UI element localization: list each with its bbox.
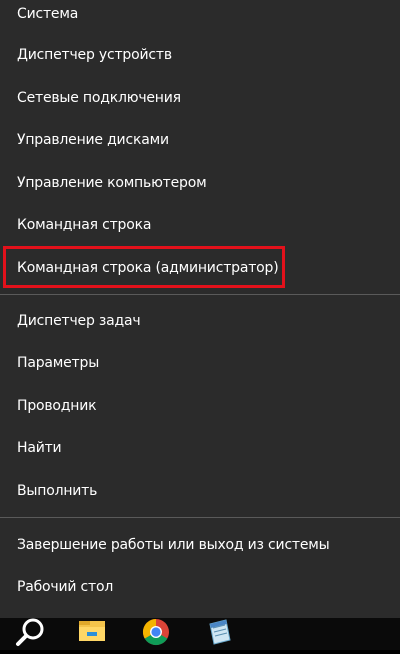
file-explorer-icon[interactable]	[72, 618, 112, 650]
menu-item-disk-management[interactable]: Управление дисками	[0, 119, 400, 161]
menu-item-run[interactable]: Выполнить	[0, 470, 400, 512]
menu-item-explorer[interactable]: Проводник	[0, 385, 400, 427]
menu-item-network-connections[interactable]: Сетевые подключения	[0, 77, 400, 119]
chrome-icon[interactable]	[136, 618, 176, 650]
menu-item-device-manager[interactable]: Диспетчер устройств	[0, 34, 400, 76]
menu-item-system[interactable]: Система	[0, 0, 400, 35]
menu-item-settings[interactable]: Параметры	[0, 342, 400, 384]
menu-item-shutdown[interactable]: Завершение работы или выход из системы	[0, 524, 400, 566]
menu-item-command-prompt-admin[interactable]: Командная строка (администратор)	[0, 247, 400, 289]
menu-divider	[0, 294, 400, 295]
menu-item-computer-management[interactable]: Управление компьютером	[0, 162, 400, 204]
power-user-menu: Система Диспетчер устройств Сетевые подк…	[0, 0, 400, 618]
menu-divider	[0, 517, 400, 518]
menu-item-task-manager[interactable]: Диспетчер задач	[0, 300, 400, 342]
menu-item-desktop[interactable]: Рабочий стол	[0, 566, 400, 608]
taskbar	[0, 618, 400, 650]
menu-item-command-prompt[interactable]: Командная строка	[0, 204, 400, 246]
notepad-icon[interactable]	[198, 618, 238, 650]
search-icon[interactable]	[10, 618, 50, 650]
menu-item-search[interactable]: Найти	[0, 427, 400, 469]
